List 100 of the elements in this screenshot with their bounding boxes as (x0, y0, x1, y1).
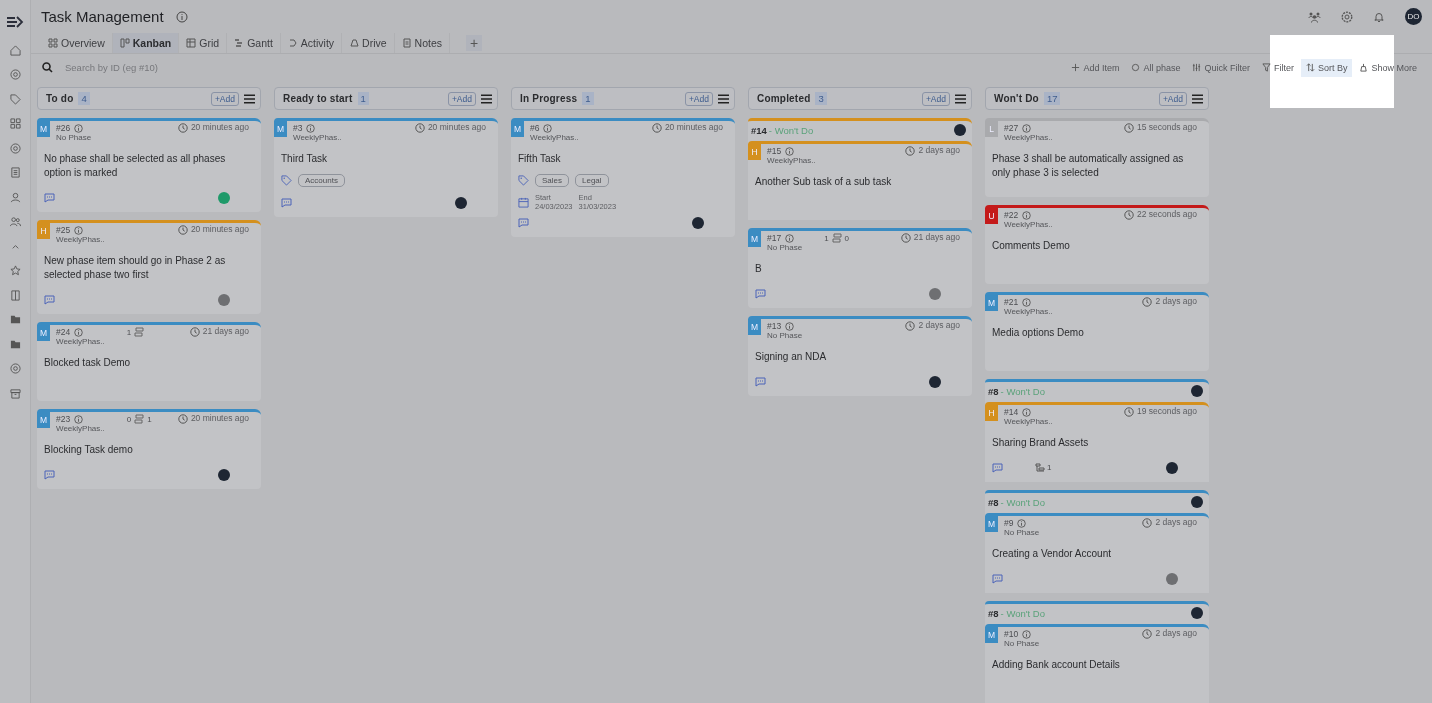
toolbar-button[interactable]: All phase (1126, 58, 1186, 77)
target-icon[interactable] (9, 142, 21, 154)
view-tab[interactable]: Gantt (227, 33, 281, 53)
task-card[interactable]: M #13 No Phase 2 days ago Signing an NDA (748, 316, 972, 396)
view-tab[interactable]: Notes (394, 33, 451, 53)
add-button[interactable]: +Add (447, 91, 476, 106)
comment-icon[interactable] (44, 295, 55, 305)
info-icon[interactable] (74, 414, 84, 424)
toolbar-button[interactable]: Add Item (1066, 58, 1125, 77)
info-icon[interactable] (1022, 210, 1032, 220)
task-card[interactable]: M #17 No Phase 1 0 21 days ago B (748, 228, 972, 308)
target-icon[interactable] (9, 69, 21, 80)
expand-menu-icon[interactable] (6, 16, 24, 28)
people-icon[interactable] (1308, 10, 1321, 23)
target-icon[interactable] (9, 363, 21, 374)
settings-icon[interactable] (1341, 10, 1353, 23)
parent-card[interactable]: #8 - Won't Do H #14 WeeklyPhas.. 19 seconds ago Sharing Brand Assets 1 (985, 379, 1209, 482)
task-id: #10 (1004, 629, 1019, 639)
comment-icon[interactable] (755, 289, 766, 299)
time-ago: 20 minutes ago (190, 223, 249, 234)
task-card[interactable]: M #21 WeeklyPhas.. 2 days ago Media options Demo (985, 292, 1209, 371)
toolbar-button[interactable]: Show More (1354, 58, 1422, 77)
home-icon[interactable] (9, 44, 21, 56)
parent-card[interactable]: #8 - Won't Do M #9 No Phase 2 days ago Creating a Vendor Account (985, 490, 1209, 593)
add-tab-button[interactable]: + (466, 35, 483, 51)
toolbar-button[interactable]: Quick Filter (1187, 58, 1255, 77)
document-icon[interactable] (9, 167, 21, 178)
view-tab[interactable]: Kanban (112, 33, 180, 53)
view-tab[interactable]: Grid (179, 33, 228, 53)
task-card[interactable]: H #14 WeeklyPhas.. 19 seconds ago Sharing Brand Assets 1 (985, 402, 1209, 482)
task-card[interactable]: M #24 WeeklyPhas.. 1 21 days ago Blocked task Demo (37, 322, 261, 401)
add-button[interactable]: +Add (921, 91, 950, 106)
task-id: #25 (56, 225, 71, 235)
toolbar-button[interactable]: Filter (1256, 58, 1299, 77)
sliders-icon (1192, 63, 1202, 72)
task-card[interactable]: H #25 WeeklyPhas.. 20 minutes ago New phase item should go in Phase 2 as selected phase two first (37, 220, 261, 314)
add-button[interactable]: +Add (210, 91, 239, 106)
task-card[interactable]: U #22 WeeklyPhas.. 22 seconds ago Comments Demo (985, 205, 1209, 284)
task-card[interactable]: M #23 WeeklyPhas.. 0 1 20 minutes ago Blocking Task demo (37, 409, 261, 489)
info-icon[interactable] (306, 123, 316, 133)
info-icon[interactable] (74, 123, 84, 133)
phase-label: WeeklyPhas.. (530, 133, 579, 142)
archive-icon[interactable] (9, 387, 21, 399)
task-card[interactable]: M #26 No Phase 20 minutes ago No phase shall be selected as all phases option is marked (37, 118, 261, 212)
info-icon[interactable] (1022, 123, 1032, 133)
task-card[interactable]: M #10 No Phase 2 days ago Adding Bank account Details (985, 624, 1209, 703)
count-badge: 4 (78, 92, 90, 105)
time-ago: 2 days ago (1155, 295, 1197, 306)
task-card[interactable]: L #27 WeeklyPhas.. 15 seconds ago Phase 3 shall be automatically assigned as only phase 3 is selected (985, 118, 1209, 197)
folder-icon[interactable] (9, 338, 21, 350)
time-ago: 2 days ago (918, 319, 960, 330)
info-icon[interactable] (785, 146, 795, 156)
comment-icon[interactable] (44, 470, 55, 480)
clock-icon (177, 225, 188, 235)
info-icon[interactable] (175, 10, 188, 23)
tag-icon[interactable] (9, 93, 21, 105)
menu-icon[interactable] (244, 93, 255, 104)
bell-icon[interactable] (1373, 10, 1385, 23)
task-title: No phase shall be selected as all phases option is marked (43, 152, 227, 180)
parent-card[interactable]: #8 - Won't Do M #10 No Phase 2 days ago Adding Bank account Details (985, 601, 1209, 703)
parent-card[interactable]: #14 - Won't Do H #15 WeeklyPhas.. 2 days ago Another Sub task of a sub task (748, 118, 972, 220)
search-field[interactable]: Search by ID (eg #10) (63, 61, 317, 74)
menu-icon[interactable] (718, 93, 729, 104)
user-avatar[interactable]: DO (1405, 8, 1422, 25)
view-tab[interactable]: Activity (280, 33, 343, 53)
view-tab[interactable]: Overview (41, 33, 113, 53)
add-button[interactable]: +Add (1158, 91, 1187, 106)
view-tab[interactable]: Drive (342, 33, 395, 53)
info-icon[interactable] (543, 123, 553, 133)
add-button[interactable]: +Add (684, 91, 713, 106)
comment-icon[interactable] (44, 193, 55, 203)
time-ago: 2 days ago (1155, 516, 1197, 527)
info-icon[interactable] (1022, 407, 1032, 417)
info-icon[interactable] (1017, 518, 1027, 528)
comment-icon[interactable] (755, 377, 766, 387)
priority-badge: M (37, 121, 50, 137)
priority-badge: M (274, 121, 287, 137)
task-card[interactable]: M #3 WeeklyPhas.. 20 minutes ago Third Task Accounts (274, 118, 498, 217)
comment-icon[interactable] (992, 463, 1003, 473)
menu-icon[interactable] (1192, 93, 1203, 104)
info-icon[interactable] (74, 225, 84, 235)
people-icon[interactable] (9, 216, 21, 227)
comment-icon[interactable] (992, 574, 1003, 584)
menu-icon[interactable] (955, 93, 966, 104)
book-icon[interactable] (9, 289, 21, 301)
task-card[interactable]: H #15 WeeklyPhas.. 2 days ago Another Sub task of a sub task (748, 141, 972, 220)
comment-icon[interactable] (281, 198, 292, 208)
comment-icon[interactable] (518, 218, 529, 228)
info-icon[interactable] (785, 321, 795, 331)
info-icon[interactable] (785, 233, 795, 243)
task-card[interactable]: M #9 No Phase 2 days ago Creating a Vendor Account (985, 513, 1209, 593)
grid-icon[interactable] (9, 118, 21, 129)
person-icon[interactable] (9, 191, 21, 203)
info-icon[interactable] (1022, 297, 1032, 307)
task-title: Comments Demo (991, 239, 1071, 253)
info-icon[interactable] (74, 327, 84, 337)
info-icon[interactable] (1022, 629, 1032, 639)
folder-icon[interactable] (9, 314, 21, 325)
menu-icon[interactable] (481, 93, 492, 104)
star-icon[interactable] (9, 265, 21, 276)
